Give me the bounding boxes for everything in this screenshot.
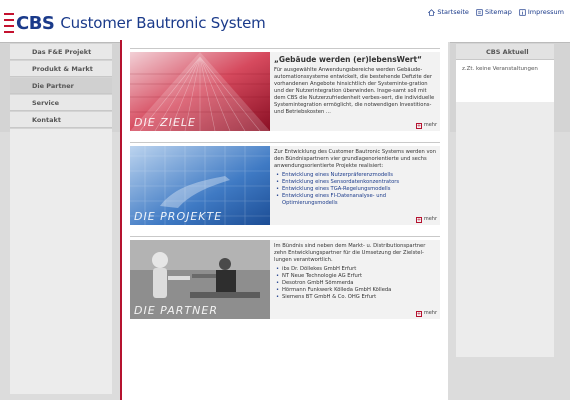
teaser-partner-image-label: DIE PARTNER (134, 304, 218, 317)
teaser-ziele-heading: „Gebäude werden (er)lebensWert“ (274, 55, 422, 64)
partner-item: ibs Dr. Döllekes GmbH Erfurt (274, 266, 436, 273)
teaser-partner: DIE PARTNER Im Bündnis sind neben dem Ma… (130, 236, 440, 319)
more-label: mehr (423, 216, 437, 223)
sitemap-label: Sitemap (484, 8, 512, 16)
news-panel-background (456, 102, 554, 357)
teaser-projekte-list: Entwicklung eines Nutzerpräferenzmodells… (274, 172, 436, 207)
teaser-projekte-image[interactable]: DIE PROJEKTE (130, 146, 270, 225)
startseite-label: Startseite (437, 8, 469, 16)
sidebar-item-service[interactable]: Service (10, 95, 112, 111)
teaser-partner-image[interactable]: DIE PARTNER (130, 240, 270, 319)
teaser-ziele-image-label: DIE ZIELE (134, 116, 196, 129)
news-panel-title: CBS Aktuell (456, 44, 554, 60)
impressum-link[interactable]: Impressum (519, 8, 564, 16)
projekt-link-nutzerpraeferenz[interactable]: Entwicklung eines Nutzerpräferenzmodells (274, 172, 436, 179)
teaser-ziele: DIE ZIELE „Gebäude werden (er)lebensWert… (130, 48, 440, 131)
cbs-logo-mark: CBS (4, 12, 55, 34)
sidebar-item-fe-projekt[interactable]: Das F&E Projekt (10, 44, 112, 60)
teaser-ziele-more-link[interactable]: + mehr (415, 122, 437, 129)
home-icon (428, 8, 436, 16)
more-label: mehr (423, 310, 437, 317)
sidebar-background (10, 129, 112, 394)
partner-item: NT Neue Technologie AG Erfurt (274, 273, 436, 280)
teaser-ziele-body: „Gebäude werden (er)lebensWert“ Für ausg… (270, 52, 440, 131)
partner-item: Desotron GmbH Sömmerda (274, 280, 436, 287)
news-panel: CBS Aktuell z.Zt. keine Veranstaltungen (456, 44, 554, 357)
logo-stripes-icon (4, 13, 14, 33)
news-panel-text: z.Zt. keine Veranstaltungen (456, 60, 554, 102)
teaser-partner-body: Im Bündnis sind neben dem Markt- u. Dist… (270, 240, 440, 319)
logo-title: Customer Bautronic System (60, 14, 266, 32)
teaser-partner-text: Im Bündnis sind neben dem Markt- u. Dist… (274, 243, 426, 264)
teaser-projekte-text: Zur Entwicklung des Customer Bautronic S… (274, 149, 437, 170)
impressum-label: Impressum (527, 8, 564, 16)
partner-item: Hörmann Funkwerk Kölleda GmbH Kölleda (274, 287, 436, 294)
teaser-partner-more-link[interactable]: + mehr (415, 310, 437, 317)
sidebar-item-kontakt[interactable]: Kontakt (10, 112, 112, 128)
projekt-link-sensordaten[interactable]: Entwicklung eines Sensordatenkonzentrato… (274, 179, 436, 186)
sitemap-icon (476, 8, 483, 16)
teaser-projekte-more-link[interactable]: + mehr (415, 216, 437, 223)
teaser-projekte-image-label: DIE PROJEKTE (134, 210, 223, 223)
projekt-link-tga-regelung[interactable]: Entwicklung eines TGA-Regelungsmodells (274, 186, 436, 193)
projekt-link-fi-datenanalyse[interactable]: Entwicklung eines FI-Datenanalyse- und O… (274, 193, 436, 207)
teaser-ziele-image[interactable]: DIE ZIELE (130, 52, 270, 131)
main-content: DIE ZIELE „Gebäude werden (er)lebensWert… (120, 40, 448, 400)
sitemap-link[interactable]: Sitemap (476, 8, 512, 16)
info-icon (519, 8, 526, 16)
header: CBS Customer Bautronic System Startseite… (0, 0, 570, 42)
plus-box-icon: + (415, 310, 422, 317)
sidebar-nav: Das F&E Projekt Produkt & Markt Die Part… (10, 44, 112, 394)
teaser-ziele-text: Für ausgewählte Anwendungsbereiche werde… (274, 67, 435, 116)
plus-box-icon: + (415, 122, 422, 129)
partner-item: Siemens BT GmbH & Co. OHG Erfurt (274, 294, 436, 301)
teaser-projekte-body: Zur Entwicklung des Customer Bautronic S… (270, 146, 440, 225)
sidebar-item-produkt-markt[interactable]: Produkt & Markt (10, 61, 112, 77)
startseite-link[interactable]: Startseite (428, 8, 469, 16)
more-label: mehr (423, 122, 437, 129)
utility-nav: Startseite Sitemap Impressum (428, 8, 564, 16)
teaser-projekte: DIE PROJEKTE Zur Entwicklung des Custome… (130, 142, 440, 225)
plus-box-icon: + (415, 216, 422, 223)
sidebar-item-die-partner[interactable]: Die Partner (10, 78, 112, 94)
teaser-partner-list: ibs Dr. Döllekes GmbH Erfurt NT Neue Tec… (274, 266, 436, 301)
logo[interactable]: CBS Customer Bautronic System (4, 8, 266, 38)
logo-abbreviation: CBS (16, 12, 55, 34)
